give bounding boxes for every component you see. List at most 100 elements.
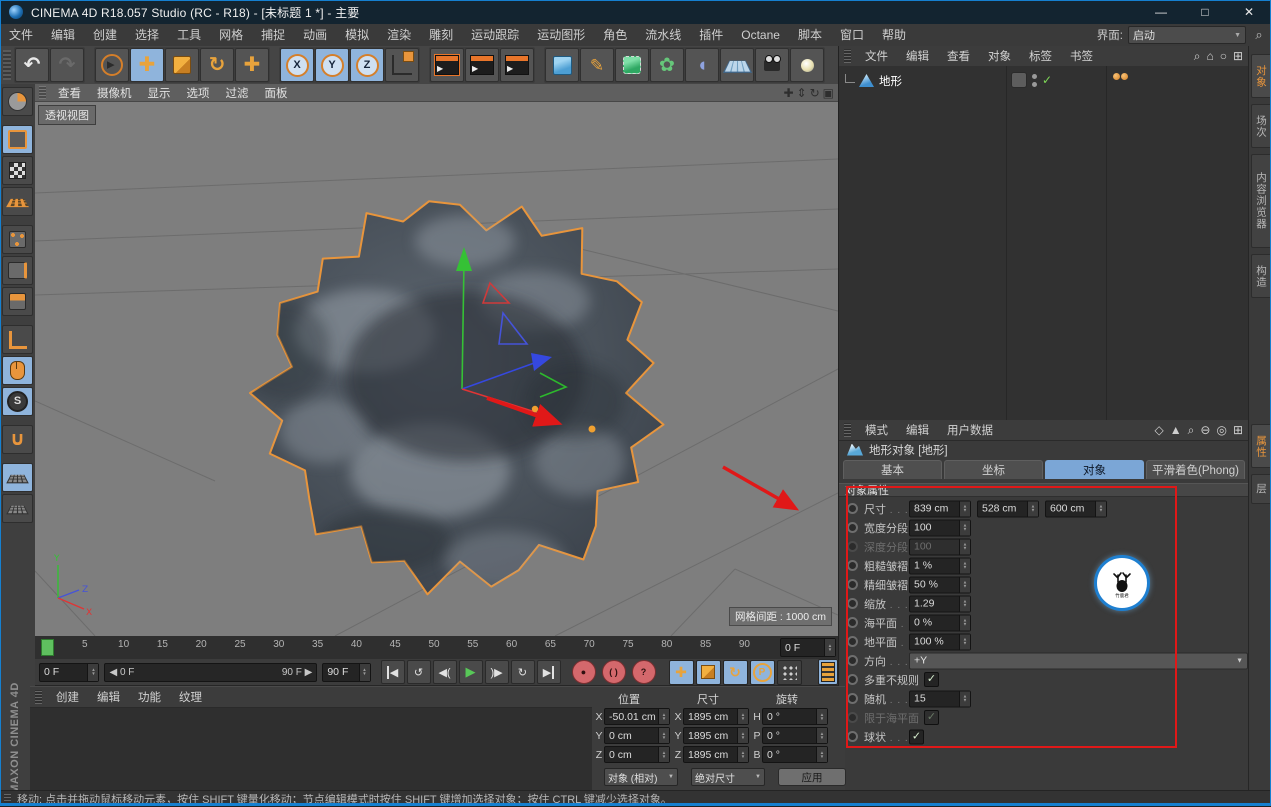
- menu-item[interactable]: 面板: [257, 85, 296, 101]
- play-button[interactable]: ▶: [458, 660, 483, 684]
- arrow-icon[interactable]: ▲: [1170, 424, 1182, 436]
- menu-item[interactable]: 功能: [129, 689, 170, 705]
- spinner-icon[interactable]: ▲ ▼: [658, 728, 669, 743]
- key-rotation-toggle[interactable]: ↻: [722, 659, 748, 685]
- scale-button[interactable]: [165, 48, 199, 82]
- coord-field[interactable]: 1895 cm ▲ ▼: [683, 727, 749, 744]
- value-field[interactable]: 0 % ▲ ▼: [909, 614, 971, 631]
- maximize-button[interactable]: □: [1183, 0, 1227, 24]
- menu-item[interactable]: 标签: [1020, 48, 1061, 64]
- search-icon[interactable]: ⌕: [1251, 27, 1267, 43]
- playhead[interactable]: [41, 639, 54, 656]
- menu-item[interactable]: Octane: [732, 24, 789, 46]
- menu-item[interactable]: 查看: [938, 48, 979, 64]
- render-settings-button[interactable]: ▶: [500, 48, 534, 82]
- visibility-dots[interactable]: [1032, 73, 1037, 87]
- workplane-snap-button[interactable]: [2, 463, 33, 492]
- coord-field[interactable]: 0 ° ▲ ▼: [762, 746, 828, 763]
- menu-item[interactable]: 工具: [168, 24, 210, 46]
- spinner-icon[interactable]: ▲ ▼: [959, 501, 970, 516]
- viewport-solo-button[interactable]: [2, 356, 33, 385]
- frame-range-slider[interactable]: ◀ 0 F 90 F ▶: [104, 662, 318, 682]
- timeline-ruler[interactable]: 051015202530354045505560657075808590 0 F…: [35, 636, 838, 660]
- value-field[interactable]: 600 cm ▲ ▼: [1045, 500, 1107, 517]
- spinner-icon[interactable]: ▲ ▼: [959, 634, 970, 649]
- grid-snap-button[interactable]: [2, 494, 33, 523]
- rotate-button[interactable]: ↻: [200, 48, 234, 82]
- checkbox[interactable]: ✓: [924, 672, 939, 687]
- lock-z-button[interactable]: Z: [350, 48, 384, 82]
- toolbar-grip[interactable]: [3, 50, 11, 80]
- menu-item[interactable]: 编辑: [88, 689, 129, 705]
- target-icon[interactable]: ◎: [1216, 424, 1226, 436]
- menu-item[interactable]: 创建: [84, 24, 126, 46]
- coord-field[interactable]: 0 cm ▲ ▼: [604, 746, 670, 763]
- position-mode-dropdown[interactable]: 对象 (相对) ▼: [604, 768, 678, 786]
- spinner-icon[interactable]: ▲ ▼: [959, 615, 970, 630]
- goto-start-button[interactable]: ◀: [380, 660, 405, 684]
- lock-y-button[interactable]: Y: [315, 48, 349, 82]
- autokey-button[interactable]: ( ): [601, 660, 626, 684]
- subdivision-surface-button[interactable]: [615, 48, 649, 82]
- toggle-view-icon[interactable]: ▣: [823, 86, 834, 100]
- tab-active[interactable]: 对象: [1045, 460, 1144, 479]
- tab-item[interactable]: 坐标: [944, 460, 1043, 479]
- spinner-icon[interactable]: ▲ ▼: [658, 709, 669, 724]
- checkbox[interactable]: ✓: [924, 710, 939, 725]
- coord-field[interactable]: 0 ° ▲ ▼: [762, 727, 828, 744]
- apply-button[interactable]: 应用: [778, 768, 846, 786]
- path-icon[interactable]: ○: [1220, 50, 1227, 62]
- spinner-icon[interactable]: ▲ ▼: [87, 663, 99, 681]
- coord-field[interactable]: 0 ° ▲ ▼: [762, 708, 828, 725]
- menu-item[interactable]: 创建: [47, 689, 88, 705]
- make-editable-button[interactable]: [2, 87, 33, 116]
- coord-field[interactable]: 0 cm ▲ ▼: [604, 727, 670, 744]
- rotate-view-icon[interactable]: ↻: [810, 86, 820, 100]
- coordinate-system-button[interactable]: [385, 48, 419, 82]
- value-field[interactable]: 528 cm ▲ ▼: [977, 500, 1039, 517]
- menu-item[interactable]: 运动跟踪: [462, 24, 528, 46]
- side-tab[interactable]: 构造: [1251, 254, 1271, 298]
- menu-item[interactable]: 脚本: [789, 24, 831, 46]
- home-icon[interactable]: ⌂: [1206, 50, 1213, 62]
- history-icon[interactable]: ◇: [1155, 424, 1164, 436]
- enable-check-icon[interactable]: ✓: [1042, 73, 1052, 87]
- side-tab[interactable]: 对象: [1251, 54, 1271, 98]
- search-icon[interactable]: ⌕: [1194, 50, 1201, 62]
- spinner-icon[interactable]: ▲ ▼: [816, 709, 827, 724]
- menu-item[interactable]: 流水线: [636, 24, 690, 46]
- axis-mode-button[interactable]: [2, 325, 33, 354]
- magnet-tool-button[interactable]: ∪: [2, 425, 33, 454]
- spinner-icon[interactable]: ▲ ▼: [737, 728, 748, 743]
- menu-item[interactable]: 插件: [690, 24, 732, 46]
- points-mode-button[interactable]: [2, 225, 33, 254]
- menu-item[interactable]: 窗口: [831, 24, 873, 46]
- undo-button[interactable]: ↶: [15, 48, 49, 82]
- menu-item[interactable]: 捕捉: [252, 24, 294, 46]
- texture-mode-button[interactable]: [2, 156, 33, 185]
- spinner-icon[interactable]: ▲ ▼: [959, 596, 970, 611]
- coord-field[interactable]: 1895 cm ▲ ▼: [683, 708, 749, 725]
- keyframe-dot-icon[interactable]: [847, 674, 858, 685]
- spinner-icon[interactable]: ▲ ▼: [737, 747, 748, 762]
- panel-grip[interactable]: [844, 423, 851, 437]
- value-field[interactable]: 839 cm ▲ ▼: [909, 500, 971, 517]
- coord-field[interactable]: -50.01 cm ▲ ▼: [604, 708, 670, 725]
- edges-mode-button[interactable]: [2, 256, 33, 285]
- menu-item[interactable]: 对象: [979, 48, 1020, 64]
- menu-item[interactable]: 网格: [210, 24, 252, 46]
- live-selection-button[interactable]: ▲: [95, 48, 129, 82]
- menu-item[interactable]: 运动图形: [528, 24, 594, 46]
- light-objects-button[interactable]: [790, 48, 824, 82]
- menu-item[interactable]: 书签: [1061, 48, 1102, 64]
- menu-item[interactable]: 雕刻: [420, 24, 462, 46]
- keyframe-selection-button[interactable]: [817, 659, 838, 685]
- side-tab[interactable]: 属性: [1251, 424, 1271, 468]
- menu-item[interactable]: 用户数据: [938, 422, 1002, 438]
- value-field[interactable]: 100 ▲ ▼: [909, 538, 971, 555]
- modeling-commands-button[interactable]: ✿: [650, 48, 684, 82]
- render-view-button[interactable]: ▶: [430, 48, 464, 82]
- menu-item[interactable]: 选择: [126, 24, 168, 46]
- spinner-icon[interactable]: ▲ ▼: [959, 539, 970, 554]
- record-button[interactable]: ●: [571, 660, 596, 684]
